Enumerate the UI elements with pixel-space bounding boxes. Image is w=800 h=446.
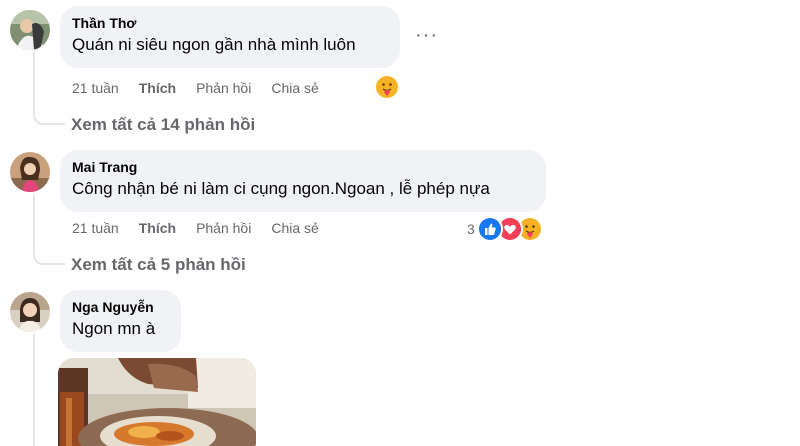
comment-text: Ngon mn à xyxy=(72,319,156,338)
reply-button[interactable]: Phản hồi xyxy=(196,220,251,236)
avatar[interactable] xyxy=(10,292,50,332)
comment-text: Công nhận bé ni làm ci cụng ngon.Ngoan ,… xyxy=(72,179,490,198)
share-button[interactable]: Chia sẻ xyxy=(271,80,318,96)
avatar[interactable] xyxy=(10,152,50,192)
share-button[interactable]: Chia sẻ xyxy=(271,220,318,236)
comment-author[interactable]: Thần Thơ xyxy=(72,14,388,32)
comment-bubble: Nga Nguyễn Ngon mn à xyxy=(60,290,181,352)
care-reaction-icon[interactable] xyxy=(374,74,400,100)
avatar[interactable] xyxy=(10,10,50,50)
comment-bubble: Mai Trang Công nhận bé ni làm ci cụng ng… xyxy=(60,150,546,212)
comment-bubble: Thần Thơ Quán ni siêu ngon gần nhà mình … xyxy=(60,6,400,68)
reaction-count: 3 xyxy=(467,221,475,237)
comment-author[interactable]: Nga Nguyễn xyxy=(72,298,169,316)
like-button[interactable]: Thích xyxy=(139,220,176,236)
reply-button[interactable]: Phản hồi xyxy=(196,80,251,96)
thread-connector xyxy=(33,244,65,265)
thread-connector xyxy=(33,104,65,125)
comment-actions: 21 tuần Thích Phản hồi Chia sẻ xyxy=(72,80,339,96)
comment-time[interactable]: 21 tuần xyxy=(72,80,119,96)
reaction-summary[interactable]: 3 xyxy=(467,216,543,242)
comment-author[interactable]: Mai Trang xyxy=(72,158,534,176)
thread-line xyxy=(33,334,35,446)
comment-time[interactable]: 21 tuần xyxy=(72,220,119,236)
like-button[interactable]: Thích xyxy=(139,80,176,96)
view-replies-link[interactable]: Xem tất cả 5 phản hồi xyxy=(71,255,246,275)
comment-text: Quán ni siêu ngon gần nhà mình luôn xyxy=(72,35,356,54)
view-replies-link[interactable]: Xem tất cả 14 phản hồi xyxy=(71,115,255,135)
comment-actions: 21 tuần Thích Phản hồi Chia sẻ xyxy=(72,220,339,236)
more-options-icon[interactable]: ··· xyxy=(415,24,438,47)
like-reaction-icon xyxy=(476,216,503,242)
comment-photo[interactable] xyxy=(58,358,256,446)
